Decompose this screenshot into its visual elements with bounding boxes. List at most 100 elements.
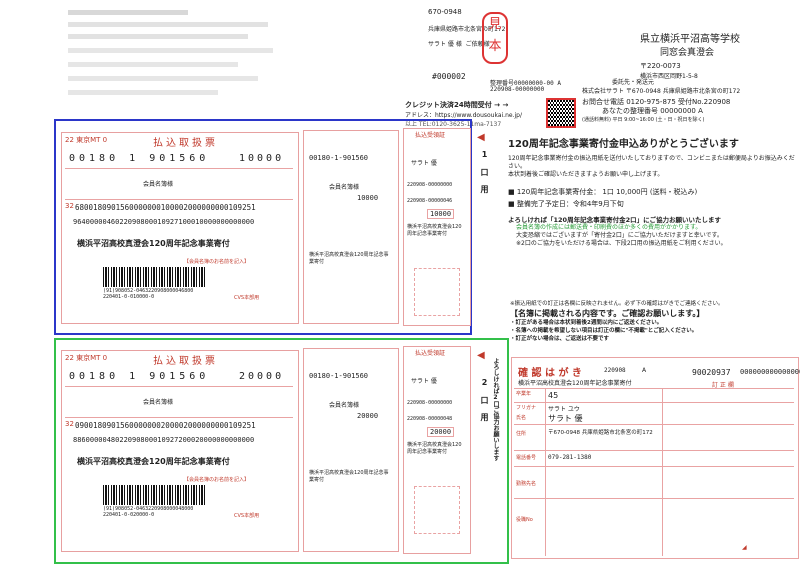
slip2-title: 払込取扱票 bbox=[153, 356, 218, 367]
contact-line-2: 株式会社サラト 〒670-0948 兵庫県姫路市北条宮の町172 bbox=[582, 88, 741, 95]
card-num: 45 bbox=[548, 391, 559, 400]
notice-1: ※振込用紙での訂正は各欄に反映されません。必ず下の確認はがきでご連絡ください。 bbox=[510, 301, 724, 307]
slip2-num1: 0900180901560000000200002000000000109251 bbox=[75, 421, 256, 430]
contact-block: 委託先・発送元 株式会社サラト 〒670-0948 兵庫県姫路市北条宮の町172… bbox=[582, 78, 797, 125]
letter-b6: ※2口のご協力をいただける場合は、下段2口用の振込用紙をご利用ください。 bbox=[516, 240, 727, 247]
card-no2: 000000000000000 bbox=[740, 368, 800, 376]
slip1-acct2: 1 bbox=[129, 153, 140, 164]
slip2-recv-code2: 220908-00000048 bbox=[407, 416, 453, 422]
card-kana: サラト ユウ bbox=[548, 406, 580, 413]
slip2-arrow: ◀ bbox=[477, 350, 485, 361]
slip1-recv: 払込受領証 bbox=[415, 132, 446, 139]
reference-no: #000002 bbox=[432, 72, 466, 81]
slip2-side: 2 口 用 bbox=[480, 378, 489, 421]
slip1-acct: 00180 bbox=[69, 153, 120, 164]
sort-number: あなたの整理番号 00000000 A bbox=[602, 107, 703, 115]
slip2-num2: 8860000048022090800010927200020000000000… bbox=[73, 436, 255, 444]
qr-code[interactable] bbox=[546, 98, 576, 128]
letter-p1: 120周年記念事業寄付金の振込用紙を送付いたしておりますので、コンビニまたは郵便… bbox=[508, 155, 795, 170]
slip2-cvs: CVS本部用 bbox=[234, 513, 260, 519]
letter-b4: 会員名簿の作成には郵送費・印刷費のほか多くの費用がかかります。 bbox=[516, 224, 702, 231]
slip1-cvs: CVS本部用 bbox=[234, 295, 260, 301]
credit-title: クレジット決済24時間受付 → → bbox=[405, 101, 509, 109]
notice-block: ※振込用紙での訂正は各欄に反映されません。必ず下の確認はがきでご連絡ください。 … bbox=[510, 300, 798, 343]
slip2-recv-acct: 00180 bbox=[309, 372, 331, 380]
slip1-recv-code2: 220908-00000046 bbox=[407, 198, 453, 204]
card-label-year: 卒業年 bbox=[516, 391, 532, 397]
card-title: 確 認 は が き bbox=[518, 368, 582, 379]
slip1-name: サラト 優 bbox=[411, 160, 437, 167]
card-zip: 〒670-0948 兵庫県姫路市北条宮の町172 bbox=[548, 430, 653, 436]
notice-2: 【名簿に掲載される内容です。ご確認お願いします。】 bbox=[510, 309, 705, 318]
contact-line-1: 委託先・発送元 bbox=[612, 79, 655, 86]
letter-b1: ■ 120周年記念事業寄付金： 1口 10,000円 (送料・税込み) bbox=[508, 188, 698, 196]
notice-4: ・名簿への掲載を希望しない項目は訂正の欄に"不掲載"とご記入ください。 bbox=[510, 328, 698, 334]
header-sender: 670-0948 兵庫県姫路市北条宮の町172 サラト 優 様 ご依頼様 bbox=[428, 8, 628, 48]
slip1-recv-code: 220908-00000000 bbox=[407, 182, 453, 188]
card-code: 220908 bbox=[604, 367, 626, 374]
slip1-purpose: 横浜平沼高校真澄会120周年記念事業寄付 bbox=[77, 239, 230, 248]
slip2-purpose: 横浜平沼高校真澄会120周年記念事業寄付 bbox=[77, 457, 230, 466]
card-label-addr: 住所 bbox=[516, 431, 527, 437]
org-name: 県立横浜平沼高等学校 bbox=[640, 34, 740, 45]
slip2-recv-amount: 20000 bbox=[427, 427, 455, 437]
letter-title: 120周年記念事業寄付金申込ありがとうございます bbox=[508, 139, 739, 150]
card-label-work: 勤務先名 bbox=[516, 481, 537, 487]
slip2-side-note: よろしければ2口ご協力お願いします bbox=[492, 358, 499, 461]
stamp-char-1: 見 bbox=[488, 17, 502, 32]
slip1-barcode bbox=[103, 267, 207, 287]
contact-hours: (通話料無料) 平日 9:00~16:00 (土・日・祝日を除く) bbox=[582, 117, 705, 123]
org-zip: 〒220-0073 bbox=[640, 62, 681, 70]
slip1-recv-acct: 00180 bbox=[309, 154, 331, 162]
slip2-barnum2: 220401-0-020000-0 bbox=[103, 512, 155, 518]
slip2-acct3: 901560 bbox=[149, 371, 210, 382]
letter-b2: ■ 整備完了予定日：令和4年9月下旬 bbox=[508, 200, 624, 208]
card-label-name: 氏名 bbox=[516, 415, 527, 421]
card-label-post: 役職No bbox=[516, 517, 533, 523]
slip1-barnum2: 220401-0-010000-0 bbox=[103, 294, 155, 300]
slip1-note: 【会員名簿のお名前を記入】 bbox=[184, 259, 250, 265]
card-tel: 079-281-1380 bbox=[548, 454, 592, 461]
slip2-barcode bbox=[103, 485, 207, 505]
slip1-recv-amount: 10000 bbox=[427, 209, 455, 219]
org-name-2: 同窓会真澄会 bbox=[660, 48, 715, 58]
slip2-recv-acct2: 1 bbox=[334, 372, 339, 380]
slip1-amount: 10000 bbox=[239, 153, 285, 164]
slip1-title: 払込取扱票 bbox=[153, 138, 218, 149]
slip2-acct2: 1 bbox=[129, 371, 140, 382]
payment-slip-2: 22 東京MT 0 払込取扱票 00180 1 901560 20000 会員名… bbox=[59, 344, 499, 558]
slip2-acct: 00180 bbox=[69, 371, 120, 382]
zip: 670-0948 bbox=[428, 8, 462, 16]
card-label-tel: 電話番号 bbox=[516, 455, 537, 461]
slip2-member: 会員名簿様 bbox=[143, 399, 174, 406]
ref-code: 220908-00000000 bbox=[490, 86, 545, 93]
contact-phone: お問合せ電話 0120-975-875 受付No.220908 bbox=[582, 98, 731, 106]
confirm-card: 確 認 は が き 220908 A 90020937 000000000000… bbox=[511, 357, 800, 559]
slip1-num2: 9640000046022090800010927100010000000000… bbox=[73, 218, 255, 226]
slip1-recv-acct3: 901560 bbox=[342, 154, 369, 162]
slip1-acct3: 901560 bbox=[149, 153, 210, 164]
card-rank: A bbox=[642, 367, 647, 374]
slip2-note: 【会員名簿のお名前を記入】 bbox=[184, 477, 250, 483]
header-org: 県立横浜平沼高等学校 同窓会真澄会 〒220-0073 横浜市西区岡野1-5-8 bbox=[640, 30, 790, 80]
slip1-member: 会員名簿様 bbox=[143, 181, 174, 188]
address: 兵庫県姫路市北条宮の町172 bbox=[428, 26, 506, 33]
slip1-recv-acct2: 1 bbox=[334, 154, 339, 162]
slip2-recv-acct3: 901560 bbox=[342, 372, 369, 380]
payment-slip-1: 22 東京MT 0 払込取扱票 00180 1 901560 10000 会員名… bbox=[59, 126, 489, 331]
slip1-side: 1 口 用 bbox=[480, 150, 489, 193]
slip2-recv: 払込受領証 bbox=[415, 350, 446, 357]
letter-p2: 本状到着後ご確認いただきますようお願い申し上げます。 bbox=[508, 171, 664, 178]
stamp-char-2: 本 bbox=[488, 39, 502, 54]
slip2-amount: 20000 bbox=[239, 371, 285, 382]
notice-3: ・訂正がある場合は本状到着後2週間以内にご返送ください。 bbox=[510, 320, 663, 326]
credit-url: アドレス：https://www.dousoukai.ne.jp/ bbox=[405, 112, 522, 119]
recipient-name: サラト 優 様 bbox=[428, 41, 462, 48]
card-no: 90020937 bbox=[692, 368, 731, 377]
card-label-kana: フリガナ bbox=[516, 405, 537, 411]
slip1-num1: 6800180901560000000100002000000000109251 bbox=[75, 203, 256, 212]
notice-5: ・訂正がない場合は、ご返送は不要です bbox=[510, 336, 610, 342]
slip2-name: サラト 優 bbox=[411, 378, 437, 385]
card-org: 横浜平沼高校真澄会120周年記念事業寄付 bbox=[518, 380, 632, 387]
letter-b5: 大変恐縮ではございますが「寄付金2口」にご協力いただけますと幸いです。 bbox=[516, 232, 723, 239]
